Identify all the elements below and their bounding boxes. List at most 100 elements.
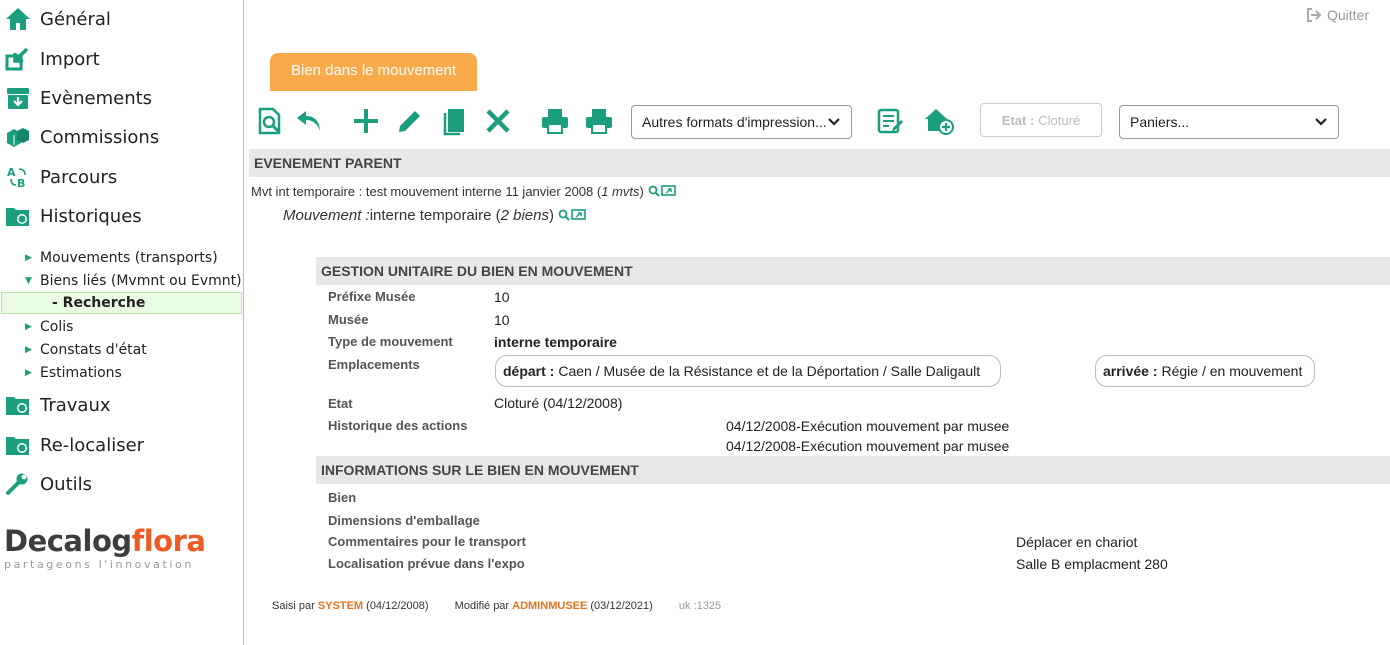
edit-button[interactable] bbox=[394, 107, 426, 139]
nav-colis[interactable]: ▶ Colis bbox=[25, 317, 73, 337]
parent-mouvement-close: ) bbox=[549, 206, 554, 224]
nav-mouvements-label: Mouvements (transports) bbox=[40, 250, 218, 266]
print-formats-select[interactable]: Autres formats d'impression... bbox=[631, 105, 852, 139]
nav-travaux[interactable]: Travaux bbox=[4, 390, 111, 420]
nav-recherche-label: - Recherche bbox=[52, 295, 146, 311]
section-gestion-unitaire: GESTION UNITAIRE DU BIEN EN MOUVEMENT bbox=[316, 257, 1390, 285]
logo-tagline: partageons l'innovation bbox=[4, 558, 194, 571]
nav-parcours-label: Parcours bbox=[40, 166, 118, 188]
etat-button-label: Etat : bbox=[1001, 112, 1035, 128]
import-icon bbox=[4, 46, 32, 72]
nav-general[interactable]: Général bbox=[4, 4, 111, 34]
localisation-label: Localisation prévue dans l'expo bbox=[328, 556, 525, 571]
modifie-label: Modifié par bbox=[454, 600, 510, 612]
commentaires-value: Déplacer en chariot bbox=[1016, 534, 1138, 550]
chevron-down-icon bbox=[827, 114, 841, 130]
back-button[interactable] bbox=[293, 107, 325, 139]
open-window-icon[interactable] bbox=[571, 209, 586, 221]
etat-button[interactable]: Etat : Cloturé bbox=[980, 103, 1102, 137]
delete-button[interactable] bbox=[482, 107, 514, 139]
list-edit-icon bbox=[875, 106, 905, 141]
tab-bien-dans-le-mouvement[interactable]: Bien dans le mouvement bbox=[270, 53, 477, 91]
musee-value: 10 bbox=[494, 312, 510, 328]
etat-label: Etat bbox=[328, 396, 353, 411]
view-button[interactable] bbox=[254, 107, 286, 139]
events-icon bbox=[4, 85, 32, 111]
nav-estimations[interactable]: ▶ Estimations bbox=[25, 363, 122, 383]
section-informations-bien-title: INFORMATIONS SUR LE BIEN EN MOUVEMENT bbox=[321, 462, 639, 478]
section-evenement-parent-title: EVENEMENT PARENT bbox=[254, 155, 402, 171]
nav-evenements[interactable]: Evènements bbox=[4, 83, 152, 113]
paniers-select[interactable]: Paniers... bbox=[1119, 105, 1339, 139]
section-gestion-unitaire-title: GESTION UNITAIRE DU BIEN EN MOUVEMENT bbox=[321, 263, 633, 279]
section-evenement-parent: EVENEMENT PARENT bbox=[249, 149, 1390, 177]
print-alt-button[interactable] bbox=[583, 107, 615, 139]
nav-estimations-label: Estimations bbox=[40, 365, 122, 381]
close-icon bbox=[483, 106, 513, 141]
nav-constats[interactable]: ▶ Constats d'état bbox=[25, 340, 147, 360]
quit-label: Quitter bbox=[1326, 7, 1369, 23]
parent-mouvement-line: Mouvement : interne temporaire ( 2 biens… bbox=[283, 205, 586, 225]
commentaires-label: Commentaires pour le transport bbox=[328, 534, 526, 549]
parcours-icon: AB bbox=[4, 164, 32, 190]
parent-mouvement-text: interne temporaire ( bbox=[369, 206, 501, 224]
add-button[interactable] bbox=[350, 107, 382, 139]
printer-icon bbox=[584, 106, 614, 141]
nav-outils[interactable]: Outils bbox=[4, 469, 92, 499]
logo-brand-dark: Decalog bbox=[4, 524, 132, 558]
relocaliser-icon bbox=[4, 432, 32, 458]
arrivee-location: arrivée : Régie / en mouvement bbox=[1095, 355, 1315, 387]
etat-button-value: Cloturé bbox=[1038, 112, 1081, 128]
pencil-icon bbox=[395, 106, 425, 141]
travaux-icon bbox=[4, 392, 32, 418]
print-formats-value: Autres formats d'impression... bbox=[642, 114, 827, 130]
dimensions-label: Dimensions d'emballage bbox=[328, 513, 480, 528]
plus-icon bbox=[351, 106, 381, 141]
view-document-icon bbox=[255, 106, 285, 141]
nav-evenements-label: Evènements bbox=[40, 87, 153, 109]
search-icon[interactable] bbox=[558, 209, 570, 221]
printer-icon bbox=[540, 106, 570, 141]
emplacements-label: Emplacements bbox=[328, 357, 420, 372]
type-mouvement-label: Type de mouvement bbox=[328, 334, 453, 349]
depart-label: départ : bbox=[503, 363, 555, 379]
parent-mouvement-label: Mouvement : bbox=[283, 206, 370, 224]
bien-label: Bien bbox=[328, 490, 357, 505]
nav-general-label: Général bbox=[40, 8, 111, 30]
paniers-value: Paniers... bbox=[1130, 114, 1190, 130]
parent-mouvement-count: 2 biens bbox=[500, 206, 549, 224]
nav-commissions[interactable]: Commissions bbox=[4, 122, 159, 152]
caret-down-icon: ▼ bbox=[25, 276, 32, 286]
caret-right-icon: ▶ bbox=[25, 345, 32, 355]
parent-movement-close: ) bbox=[639, 183, 644, 199]
record-footer: Saisi par SYSTEM (04/12/2008) Modifié pa… bbox=[272, 600, 721, 612]
arrivee-label: arrivée : bbox=[1103, 363, 1158, 379]
saisi-label: Saisi par bbox=[272, 600, 315, 612]
copy-button[interactable] bbox=[438, 107, 470, 139]
quit-button[interactable]: Quitter bbox=[1306, 7, 1369, 23]
nav-outils-label: Outils bbox=[40, 473, 93, 495]
nav-parcours[interactable]: AB Parcours bbox=[4, 162, 117, 192]
open-window-icon[interactable] bbox=[661, 185, 676, 197]
print-button[interactable] bbox=[539, 107, 571, 139]
nav-historiques[interactable]: Historiques bbox=[4, 201, 142, 231]
add-location-button[interactable] bbox=[923, 107, 955, 139]
search-icon[interactable] bbox=[648, 185, 660, 197]
etat-value: Cloturé (04/12/2008) bbox=[494, 395, 623, 411]
saisi-user: SYSTEM bbox=[317, 600, 364, 612]
nav-colis-label: Colis bbox=[40, 319, 74, 335]
parent-movement-text: Mvt int temporaire : test mouvement inte… bbox=[251, 183, 602, 199]
nav-relocaliser[interactable]: Re-localiser bbox=[4, 430, 144, 460]
depart-value: Caen / Musée de la Résistance et de la D… bbox=[558, 363, 981, 379]
nav-travaux-label: Travaux bbox=[40, 394, 111, 416]
nav-recherche[interactable]: - Recherche bbox=[1, 292, 242, 314]
historique-label: Historique des actions bbox=[328, 418, 468, 433]
nav-biens-lies-label: Biens liés (Mvmnt ou Evmnt) bbox=[40, 273, 242, 289]
nav-biens-lies[interactable]: ▼ Biens liés (Mvmnt ou Evmnt) bbox=[25, 271, 242, 291]
nav-historiques-label: Historiques bbox=[40, 205, 142, 227]
nav-import[interactable]: Import bbox=[4, 44, 100, 74]
arrivee-value: Régie / en mouvement bbox=[1161, 363, 1303, 379]
list-edit-button[interactable] bbox=[874, 107, 906, 139]
logo-brand-orange: flora bbox=[131, 524, 206, 558]
nav-mouvements[interactable]: ▶ Mouvements (transports) bbox=[25, 248, 218, 268]
